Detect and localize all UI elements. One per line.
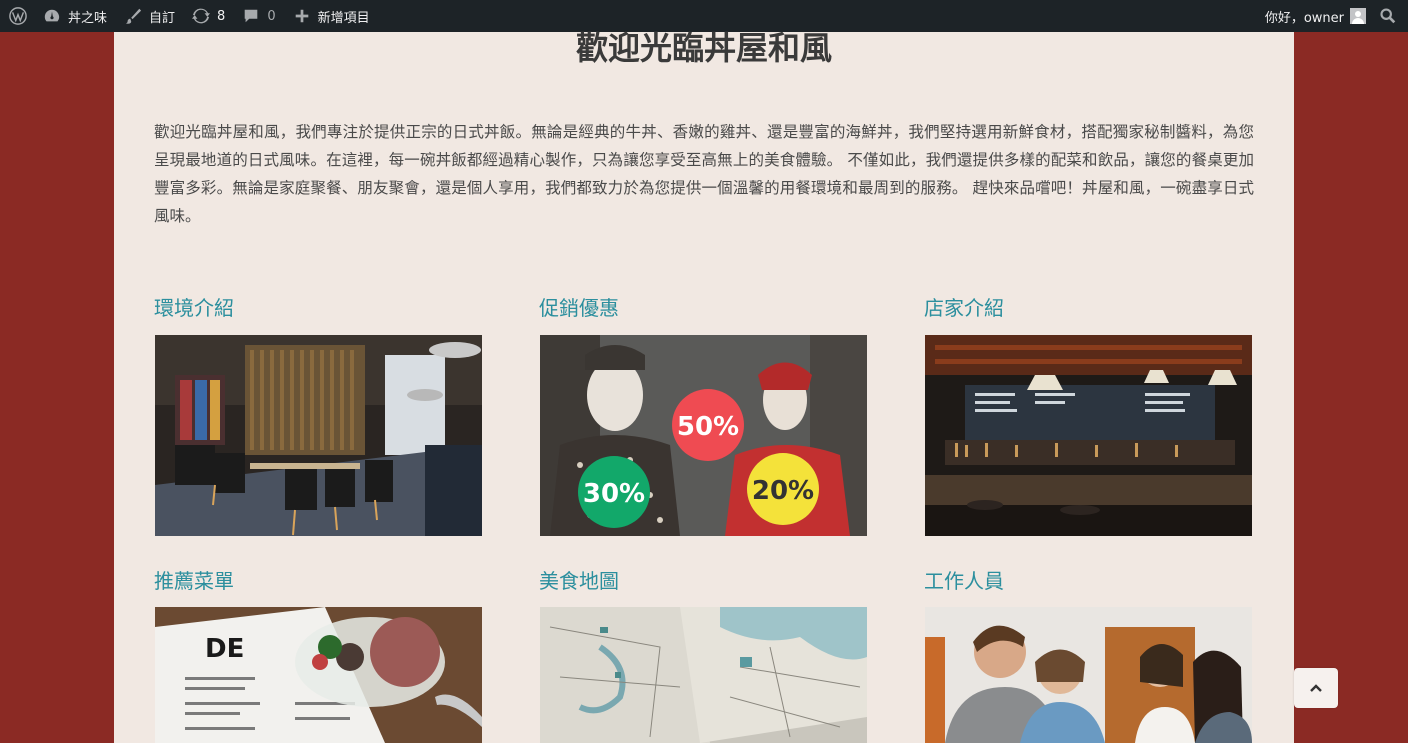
content-panel: 歡迎光臨丼屋和風 歡迎光臨丼屋和風，我們專注於提供正宗的日式丼飯。無論是經典的牛… <box>114 29 1294 743</box>
staff-team-image[interactable] <box>925 607 1252 743</box>
badge-30-text: 30% <box>583 479 645 509</box>
updates-count: 8 <box>217 8 226 24</box>
comments-count: 0 <box>267 8 276 24</box>
comment-icon <box>241 6 261 26</box>
new-item-label: 新增項目 <box>317 10 370 26</box>
plus-icon <box>292 6 312 26</box>
scroll-to-top-button[interactable] <box>1294 668 1338 708</box>
card-staff: 工作人員 <box>924 567 1252 743</box>
updates-icon <box>191 6 211 26</box>
card-title-environment[interactable]: 環境介紹 <box>154 294 482 322</box>
wordpress-icon <box>8 6 28 26</box>
site-name-label: 丼之味 <box>68 10 108 26</box>
customize-label: 自訂 <box>149 10 176 26</box>
card-store: 店家介紹 <box>924 294 1252 536</box>
food-map-image[interactable] <box>540 607 867 743</box>
card-environment: 環境介紹 <box>154 294 482 536</box>
badge-20-text: 20% <box>752 476 814 506</box>
brush-icon <box>123 6 143 26</box>
card-title-food-map[interactable]: 美食地圖 <box>539 567 867 595</box>
recommended-menu-image[interactable]: DE <box>155 607 482 743</box>
card-food-map: 美食地圖 <box>539 567 867 743</box>
card-title-promotions[interactable]: 促銷優惠 <box>539 294 867 322</box>
page-title: 歡迎光臨丼屋和風 <box>575 29 832 67</box>
card-title-staff[interactable]: 工作人員 <box>924 567 1252 595</box>
promotion-mannequins-image[interactable]: 50% 30% 20% <box>540 335 867 536</box>
chevron-up-icon <box>1309 683 1323 693</box>
menu-heading-text: DE <box>205 634 244 664</box>
dashboard-icon <box>42 6 62 26</box>
card-promotions: 促銷優惠 50% 30% 20% <box>539 294 867 536</box>
search-button[interactable] <box>1374 0 1402 32</box>
site-name-button[interactable]: 丼之味 <box>34 0 115 32</box>
greeting-label: 你好，owner <box>1264 10 1344 26</box>
intro-paragraph: 歡迎光臨丼屋和風，我們專注於提供正宗的日式丼飯。無論是經典的牛丼、香嫩的雞丼、還… <box>154 123 1254 225</box>
card-title-menu[interactable]: 推薦菜單 <box>154 567 482 595</box>
bar-counter-image[interactable] <box>925 335 1252 536</box>
avatar <box>1350 8 1366 24</box>
card-title-store[interactable]: 店家介紹 <box>924 294 1252 322</box>
search-icon <box>1378 6 1398 26</box>
wordpress-logo-button[interactable] <box>2 0 34 32</box>
card-menu: 推薦菜單 DE <box>154 567 482 743</box>
badge-50-text: 50% <box>677 412 739 442</box>
restaurant-interior-image[interactable] <box>155 335 482 536</box>
